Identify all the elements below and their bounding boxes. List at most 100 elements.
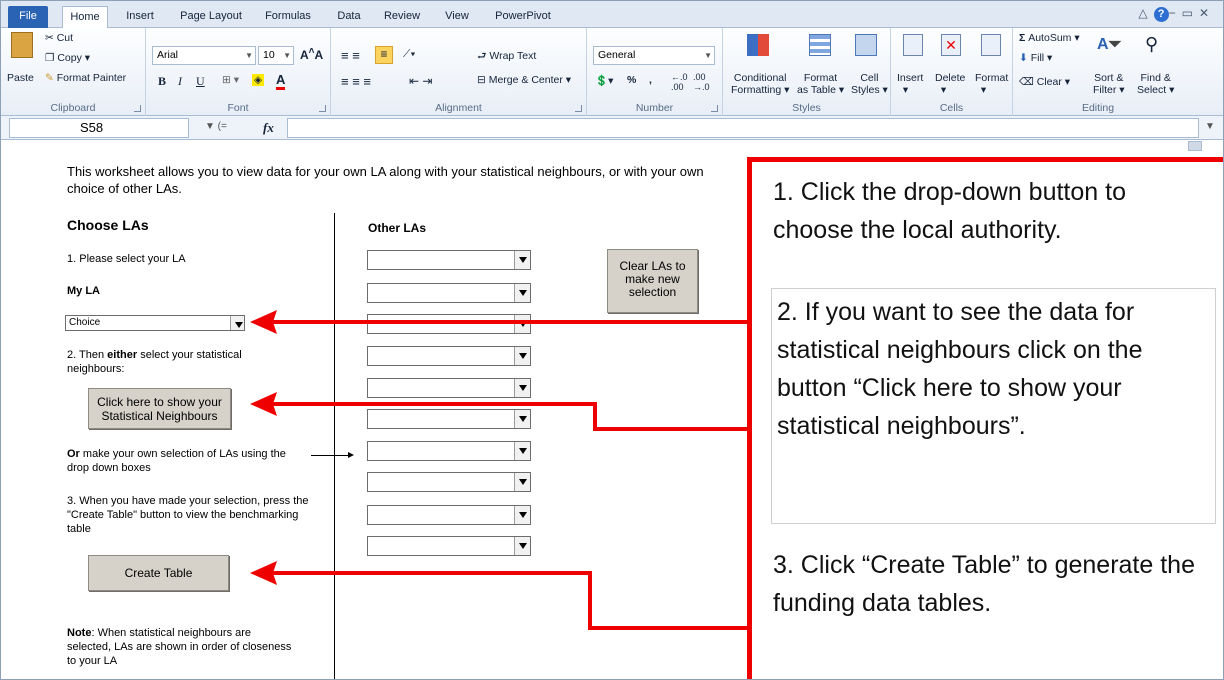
comma-icon[interactable]: , (649, 74, 652, 86)
copy-button[interactable]: ❐ Copy ▾ (45, 52, 90, 64)
percent-icon[interactable]: % (627, 74, 636, 86)
other-la-dropdown-2[interactable] (367, 283, 531, 303)
tab-view[interactable]: View (438, 6, 476, 28)
clipboard-group: Paste ✂ Cut ❐ Copy ▾ ✎ Format Painter Cl… (1, 28, 146, 116)
autosum-button[interactable]: Σ AutoSum ▾ (1019, 32, 1080, 44)
split-handle[interactable] (1188, 141, 1202, 151)
align-left-center-right-icon[interactable]: ≡ ≡ ≡ (341, 74, 371, 89)
fx-icon[interactable]: fx (263, 120, 274, 136)
number-launcher[interactable] (711, 105, 718, 112)
grow-font-icon[interactable]: A˄A (300, 46, 323, 62)
restore-icon[interactable]: ▭ (1182, 6, 1199, 20)
fill-color-icon[interactable]: ◈ (252, 74, 265, 86)
formula-input[interactable] (287, 118, 1199, 138)
other-la-dropdown-7[interactable] (367, 441, 531, 461)
tab-powerpivot[interactable]: PowerPivot (491, 6, 555, 28)
tab-insert[interactable]: Insert (122, 6, 158, 28)
intro-text: This worksheet allows you to view data f… (67, 164, 704, 196)
minimize-icon[interactable]: − (1169, 6, 1182, 20)
clear-las-button[interactable]: Clear LAs to make new selection (607, 249, 698, 313)
expand-formula-icon[interactable]: ▼ (1205, 121, 1215, 132)
font-group: Arial ▼ 10 ▼ A˄A B I U ⊞ ▾ ◈ A Font (146, 28, 331, 116)
insert-cells-icon (903, 34, 923, 56)
number-format-box[interactable]: General ▼ (593, 46, 715, 65)
dropdown-arrow-icon[interactable] (230, 316, 244, 330)
indent-icon[interactable]: ⇤ ⇥ (409, 74, 432, 88)
tab-file[interactable]: File (8, 6, 48, 28)
format-button[interactable]: Format ▾ (975, 72, 1008, 96)
conditional-formatting-icon (747, 34, 769, 56)
clipboard-label: Clipboard (50, 102, 96, 114)
sigma-icon: Σ (1019, 32, 1029, 44)
cut-button[interactable]: ✂ Cut (45, 32, 73, 44)
other-la-dropdown-9[interactable] (367, 505, 531, 525)
insert-button[interactable]: Insert ▾ (897, 72, 923, 96)
name-box[interactable]: S58 (9, 118, 189, 138)
border-icon[interactable]: ⊞ ▾ (222, 74, 239, 86)
brush-icon: ✎ (45, 72, 57, 84)
other-la-dropdown-10[interactable] (367, 536, 531, 556)
window-controls[interactable]: △? −▭✕ (1138, 6, 1215, 22)
tab-page-layout[interactable]: Page Layout (175, 6, 247, 28)
name-box-dropdown-icon[interactable]: ▼ (= (205, 121, 227, 132)
copy-icon: ❐ (45, 52, 58, 64)
font-launcher[interactable] (319, 105, 326, 112)
tab-review[interactable]: Review (380, 6, 424, 28)
styles-label: Styles (792, 102, 821, 114)
delete-button[interactable]: Delete ▾ (935, 72, 965, 96)
tab-formulas[interactable]: Formulas (260, 6, 316, 28)
styles-group: Conditional Formatting ▾ Format as Table ▾… (723, 28, 891, 116)
other-la-dropdown-8[interactable] (367, 472, 531, 492)
column-divider (334, 213, 335, 679)
conditional-formatting-button[interactable]: Conditional Formatting ▾ (731, 72, 789, 96)
editing-group: Σ AutoSum ▾ ⬇ Fill ▾ ⌫ Clear ▾ A⏷ Sort &… (1013, 28, 1183, 116)
paste-button[interactable]: Paste (7, 72, 34, 84)
font-color-icon[interactable]: A (276, 72, 286, 90)
annotation-1: 1. Click the drop-down button to choose … (773, 178, 1126, 244)
other-la-dropdown-5[interactable] (367, 378, 531, 398)
other-la-dropdown-1[interactable] (367, 250, 531, 270)
my-la-dropdown[interactable]: Choice (65, 315, 245, 331)
close-icon[interactable]: ✕ (1199, 6, 1215, 20)
create-table-button[interactable]: Create Table (88, 555, 229, 591)
font-label: Font (227, 102, 249, 114)
paste-icon[interactable] (11, 32, 33, 58)
minimize-ribbon-icon[interactable]: △ (1138, 6, 1153, 20)
other-la-dropdown-4[interactable] (367, 346, 531, 366)
show-statistical-neighbours-button[interactable]: Click here to show your Statistical Neig… (88, 388, 231, 429)
tab-home[interactable]: Home (62, 6, 108, 28)
fill-button[interactable]: ⬇ Fill ▾ (1019, 52, 1052, 64)
format-as-table-icon (809, 34, 831, 56)
italic-icon[interactable]: I (178, 74, 182, 89)
help-icon[interactable]: ? (1153, 7, 1169, 22)
binoculars-icon: ⚲ (1145, 34, 1159, 54)
underline-icon[interactable]: U (196, 74, 205, 89)
sort-filter-button[interactable]: Sort & Filter ▾ (1093, 72, 1125, 96)
format-as-table-button[interactable]: Format as Table ▾ (797, 72, 844, 96)
font-size-box[interactable]: 10 ▼ (258, 46, 294, 65)
bold-icon[interactable]: B (158, 74, 166, 89)
cell-styles-button[interactable]: Cell Styles ▾ (851, 72, 888, 96)
clear-button[interactable]: ⌫ Clear ▾ (1019, 76, 1070, 88)
excel-window: File Home Insert Page Layout Formulas Da… (0, 0, 1224, 680)
tab-data[interactable]: Data (331, 6, 367, 28)
clipboard-launcher[interactable] (134, 105, 141, 112)
number-label: Number (635, 102, 674, 114)
other-la-dropdown-6[interactable] (367, 409, 531, 429)
alignment-launcher[interactable] (575, 105, 582, 112)
merge-center-button[interactable]: ⊟ Merge & Center ▾ (477, 74, 571, 86)
orientation-icon[interactable]: ⟋▾ (403, 48, 415, 61)
other-la-dropdown-3[interactable] (367, 314, 531, 334)
delete-cells-icon: ✕ (941, 34, 961, 56)
align-top-icon[interactable]: ≡ ≡ (341, 48, 360, 63)
pointer-arrowhead-icon (348, 452, 354, 458)
font-name-box[interactable]: Arial ▼ (152, 46, 256, 65)
align-middle-icon[interactable]: ≡ (375, 46, 393, 64)
decimal-increase-icon[interactable]: ←.0.00 (671, 72, 688, 92)
currency-icon[interactable]: 💲▾ (595, 74, 613, 87)
find-select-button[interactable]: Find & Select ▾ (1137, 72, 1174, 96)
wrap-text-button[interactable]: ⮐ Wrap Text (477, 48, 536, 66)
format-painter-button[interactable]: ✎ Format Painter (45, 72, 126, 84)
decimal-decrease-icon[interactable]: .00 →.0 (693, 72, 710, 92)
scissors-icon: ✂ (45, 32, 57, 44)
